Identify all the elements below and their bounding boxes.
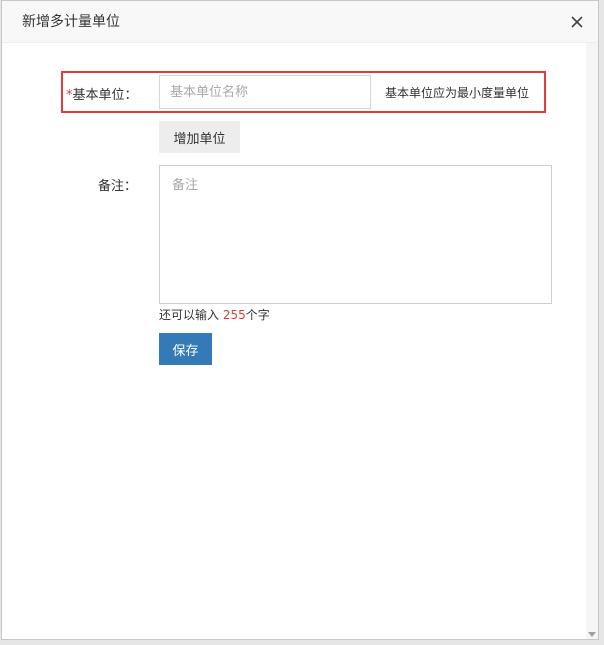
char-count-prefix: 还可以输入 (159, 308, 223, 322)
base-unit-label-text: 基本单位： (72, 88, 138, 103)
char-count-remaining: 255 (222, 308, 246, 322)
base-unit-input[interactable] (159, 75, 371, 109)
dialog-title: 新增多计量单位 (22, 14, 120, 30)
scroll-down-arrow-icon[interactable] (588, 632, 596, 637)
add-multi-unit-dialog: 新增多计量单位 *基本单位： 基本单位应为最小度量单位 增加单位 备注： 还可以… (1, 0, 599, 640)
char-count: 还可以输入 255个字 (159, 306, 270, 323)
close-button[interactable] (564, 9, 590, 35)
remark-textarea[interactable] (159, 165, 552, 304)
save-button[interactable]: 保存 (159, 333, 212, 365)
close-icon (571, 16, 583, 28)
char-count-suffix: 个字 (245, 308, 270, 322)
dialog-header: 新增多计量单位 (2, 1, 598, 43)
base-unit-label: *基本单位： (66, 84, 142, 103)
base-unit-hint: 基本单位应为最小度量单位 (385, 86, 530, 100)
remark-label: 备注： (98, 179, 138, 194)
scrollbar[interactable] (586, 43, 598, 639)
add-unit-button[interactable]: 增加单位 (159, 121, 240, 153)
